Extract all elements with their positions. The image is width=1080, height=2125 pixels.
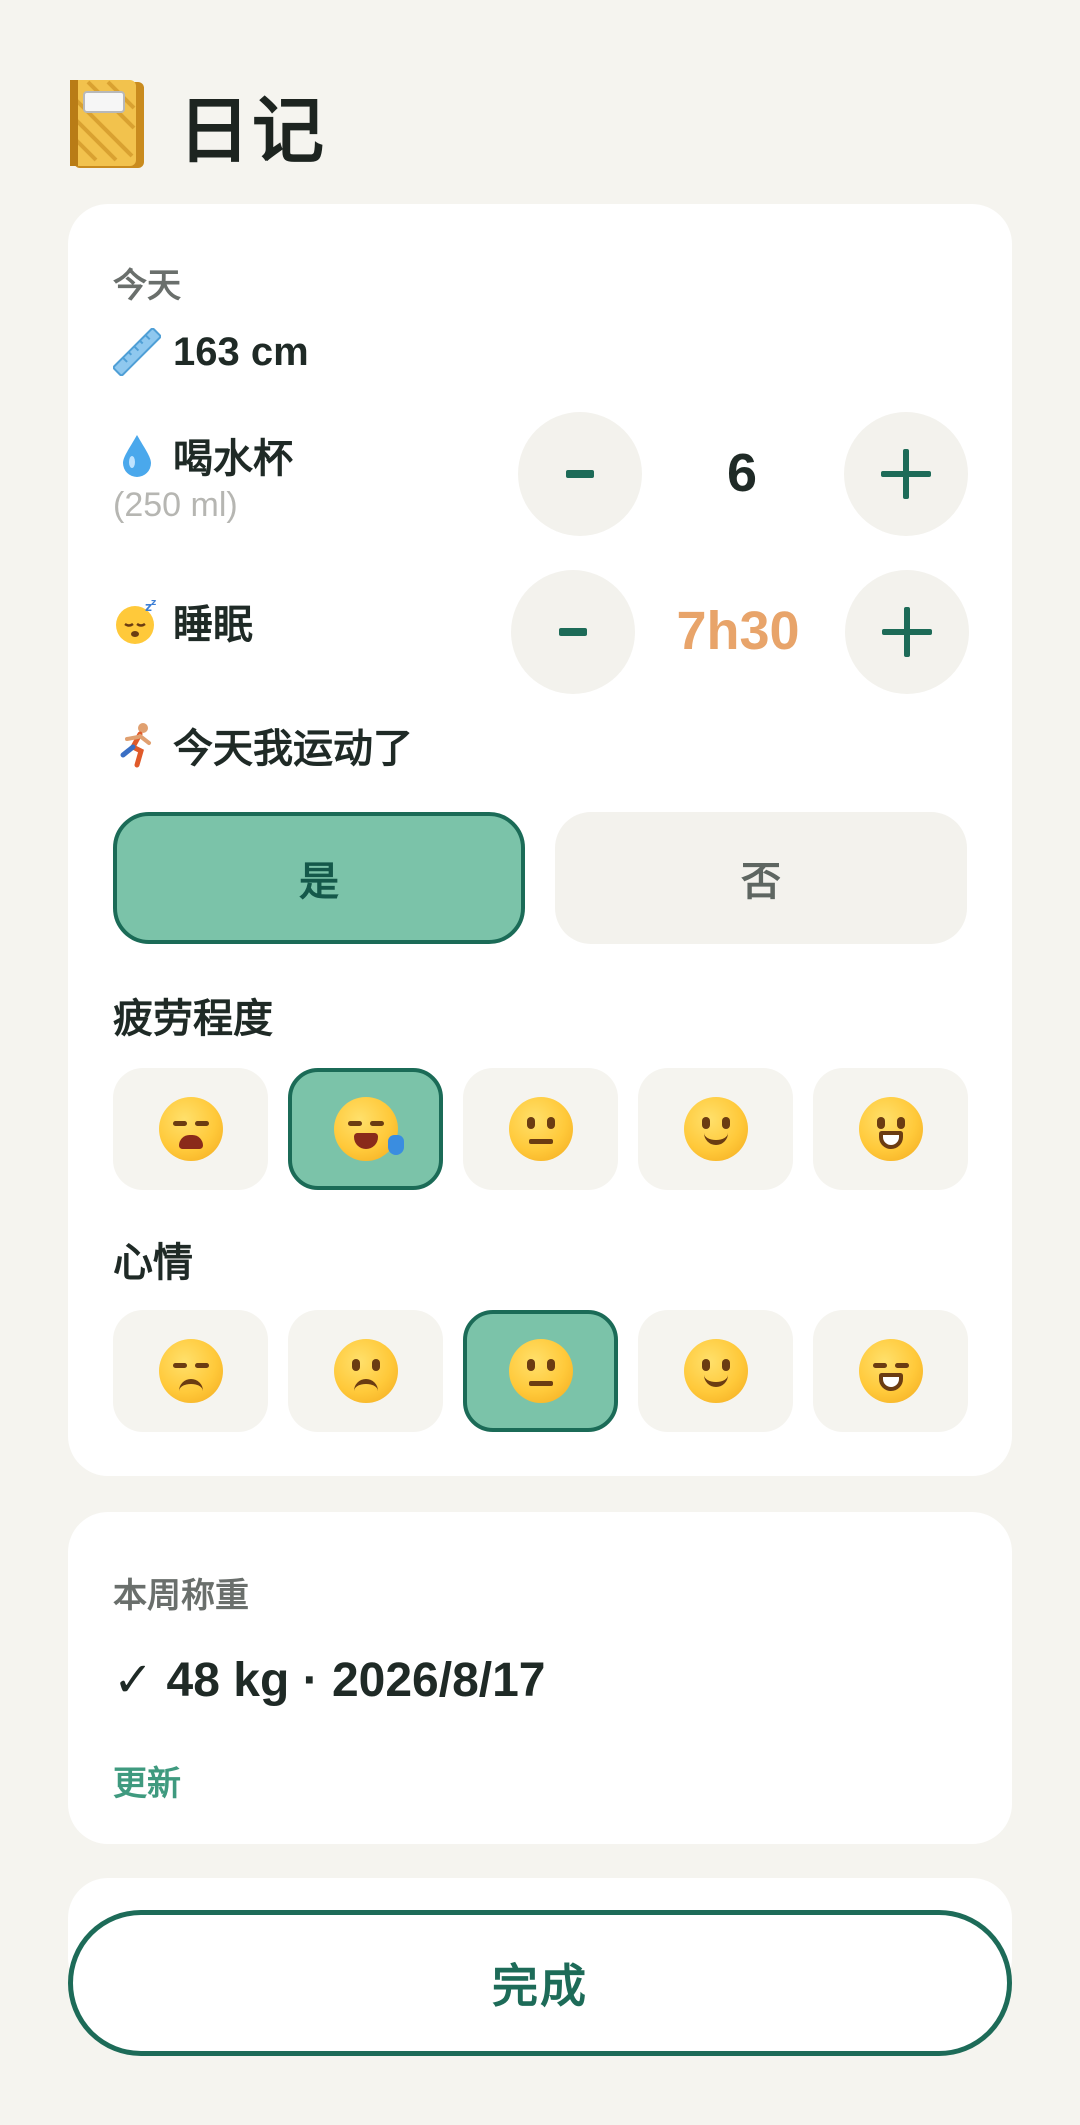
minus-icon: [559, 628, 587, 636]
page-header: 日记: [68, 72, 326, 177]
fatigue-option-grinning[interactable]: [813, 1068, 968, 1190]
neutral-face-icon: [508, 1339, 573, 1403]
mood-option-beaming[interactable]: [813, 1310, 968, 1432]
svg-text:z: z: [151, 598, 156, 608]
water-count-value: 6: [726, 443, 758, 503]
slightly-smiling-face-icon: [683, 1097, 748, 1161]
notebook-icon: [68, 78, 148, 172]
page-title: 日记: [178, 92, 327, 172]
neutral-face-icon: [508, 1097, 573, 1161]
fatigue-option-neutral[interactable]: [463, 1068, 618, 1190]
runner-icon: [113, 721, 161, 769]
disappointed-face-icon: [158, 1339, 223, 1403]
today-card: 今天 163 cm 喝水杯 (250 ml) 6 z z 睡眠 7h30 今天我…: [68, 204, 1012, 1476]
sleep-decrement-button[interactable]: [511, 570, 635, 694]
mood-option-confused[interactable]: [288, 1310, 443, 1432]
update-weight-link[interactable]: 更新: [113, 1756, 181, 1805]
confused-face-icon: [333, 1339, 398, 1403]
fatigue-option-sleepy[interactable]: [288, 1068, 443, 1190]
water-row-label: 喝水杯: [113, 426, 293, 484]
mood-option-disappointed[interactable]: [113, 1310, 268, 1432]
water-sub-label: (250 ml): [113, 486, 238, 524]
exercise-row-label: 今天我运动了: [113, 716, 413, 774]
fatigue-options: [113, 1068, 968, 1190]
fatigue-option-slightly-smiling[interactable]: [638, 1068, 793, 1190]
mood-option-neutral[interactable]: [463, 1310, 618, 1432]
droplet-icon: [113, 431, 161, 479]
sleep-increment-button[interactable]: [845, 570, 969, 694]
sleeping-face-icon: z z: [113, 597, 161, 645]
mood-label: 心情: [113, 1241, 193, 1285]
sleepy-face-icon: [333, 1097, 404, 1161]
slightly-smiling-face-icon: [683, 1339, 748, 1403]
weekly-weight-section-label: 本周称重: [113, 1577, 249, 1615]
sleep-row-label: z z 睡眠: [113, 592, 253, 650]
water-increment-button[interactable]: [844, 412, 968, 536]
water-label: 喝水杯: [173, 437, 293, 481]
plus-icon: [882, 607, 932, 657]
mood-options: [113, 1310, 968, 1432]
sleep-label: 睡眠: [173, 603, 253, 647]
grinning-face-icon: [858, 1097, 923, 1161]
minus-icon: [566, 470, 594, 478]
exercise-label: 今天我运动了: [173, 727, 413, 771]
beaming-face-icon: [858, 1339, 923, 1403]
fatigue-label: 疲劳程度: [113, 997, 273, 1041]
plus-icon: [881, 449, 931, 499]
fatigue-option-weary[interactable]: [113, 1068, 268, 1190]
exercise-no-button[interactable]: 否: [555, 812, 967, 944]
height-value: 163 cm: [173, 329, 309, 374]
weekly-weight-value: ✓ 48 kg · 2026/8/17: [113, 1654, 546, 1707]
mood-option-slightly-smiling[interactable]: [638, 1310, 793, 1432]
exercise-yes-button[interactable]: 是: [113, 812, 525, 944]
water-decrement-button[interactable]: [518, 412, 642, 536]
height-row: 163 cm: [112, 327, 309, 377]
weary-face-icon: [158, 1097, 223, 1161]
ruler-icon: [112, 327, 162, 377]
sleep-duration-value: 7h30: [676, 601, 800, 661]
weekly-weight-card: 本周称重 ✓ 48 kg · 2026/8/17 更新: [68, 1512, 1012, 1844]
today-section-label: 今天: [113, 267, 181, 305]
done-button[interactable]: 完成: [68, 1910, 1012, 2056]
